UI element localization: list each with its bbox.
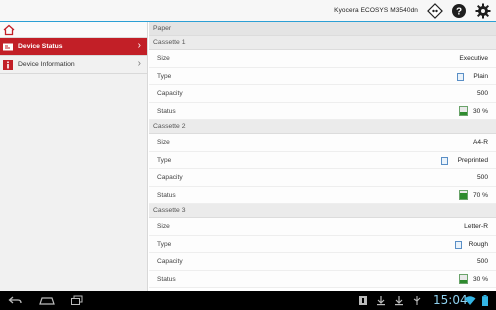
battery-icon xyxy=(482,295,488,306)
row-label: Capacity xyxy=(157,90,183,97)
chevron-right-icon: › xyxy=(137,40,141,51)
section-title: Paper xyxy=(149,22,496,36)
sidebar-item-label: Device Status xyxy=(18,43,63,50)
paper-type-icon xyxy=(455,240,462,249)
row-value: 500 xyxy=(476,90,488,97)
home-row[interactable] xyxy=(0,22,147,38)
paper-level-icon xyxy=(459,273,468,284)
paper-type-icon xyxy=(457,72,464,81)
table-row: Capacity 500 xyxy=(149,85,496,103)
svg-text:?: ? xyxy=(456,7,462,18)
top-bar: Kyocera ECOSYS M3540dn ? xyxy=(0,0,496,22)
row-label: Size xyxy=(157,223,170,230)
cassette-header: Cassette 3 xyxy=(149,204,496,218)
row-value: 70 % xyxy=(472,191,488,199)
device-name: Kyocera ECOSYS M3540dn xyxy=(334,7,418,14)
usb-icon xyxy=(413,296,421,305)
sidebar-item-label: Device Information xyxy=(18,61,75,68)
sidebar-item-device-status[interactable]: Device Status › xyxy=(0,38,147,56)
row-value: Rough xyxy=(468,240,488,248)
cassette-header: Cassette 2 xyxy=(149,120,496,134)
info-icon xyxy=(3,60,13,70)
download-icon xyxy=(395,296,403,306)
table-row: Size Executive xyxy=(149,50,496,68)
row-value: 500 xyxy=(476,174,488,181)
row-value: A4-R xyxy=(472,139,488,146)
gear-icon[interactable] xyxy=(475,3,491,19)
paper-status-panel: Paper Cassette 1 Size Executive Type Pla… xyxy=(149,22,496,291)
remote-panel-icon[interactable] xyxy=(427,3,443,19)
row-label: Type xyxy=(157,72,172,80)
row-value: Executive xyxy=(459,55,488,62)
row-label: Status xyxy=(157,275,176,283)
wifi-icon xyxy=(464,296,476,305)
table-row: Type Rough xyxy=(149,235,496,253)
home-nav-icon[interactable] xyxy=(38,295,56,306)
row-label: Capacity xyxy=(157,174,183,181)
device-status-icon xyxy=(3,43,13,51)
row-label: Capacity xyxy=(157,258,183,265)
row-label: Status xyxy=(157,107,176,115)
row-label: Size xyxy=(157,55,170,62)
paper-type-icon xyxy=(441,156,448,165)
sidebar-item-device-information[interactable]: Device Information › xyxy=(0,56,147,74)
row-label: Status xyxy=(157,191,176,199)
row-value: 500 xyxy=(476,258,488,265)
table-row: Capacity 500 xyxy=(149,169,496,187)
download-icon xyxy=(377,296,385,306)
paper-level-icon xyxy=(459,189,468,200)
notification-icon xyxy=(359,296,367,305)
row-label: Type xyxy=(157,156,172,164)
table-row: Type Preprinted xyxy=(149,151,496,169)
paper-level-icon xyxy=(459,105,468,116)
back-icon[interactable] xyxy=(8,295,22,306)
row-label: Type xyxy=(157,240,172,248)
row-value: Preprinted xyxy=(457,156,488,164)
table-row: Size Letter-R xyxy=(149,218,496,236)
sidebar: Device Status › Device Information › xyxy=(0,22,148,291)
status-clock: 15:04 xyxy=(433,293,468,307)
table-row: Status 30 % xyxy=(149,270,496,288)
recent-apps-icon[interactable] xyxy=(70,295,84,306)
chevron-right-icon: › xyxy=(137,58,141,69)
table-row: Size A4-R xyxy=(149,134,496,152)
row-value: Plain xyxy=(473,72,488,80)
row-value: Letter-R xyxy=(464,223,488,230)
table-row: Status 70 % xyxy=(149,186,496,204)
help-icon[interactable]: ? xyxy=(451,3,467,19)
row-value: 30 % xyxy=(472,107,488,115)
cassette-header: Cassette 1 xyxy=(149,36,496,50)
home-icon[interactable] xyxy=(3,24,15,36)
system-navigation-bar: 15:04 xyxy=(0,291,496,310)
table-row: Capacity 500 xyxy=(149,253,496,271)
table-row: Type Plain xyxy=(149,67,496,85)
row-label: Size xyxy=(157,139,170,146)
table-row: Status 30 % xyxy=(149,102,496,120)
row-value: 30 % xyxy=(472,275,488,283)
